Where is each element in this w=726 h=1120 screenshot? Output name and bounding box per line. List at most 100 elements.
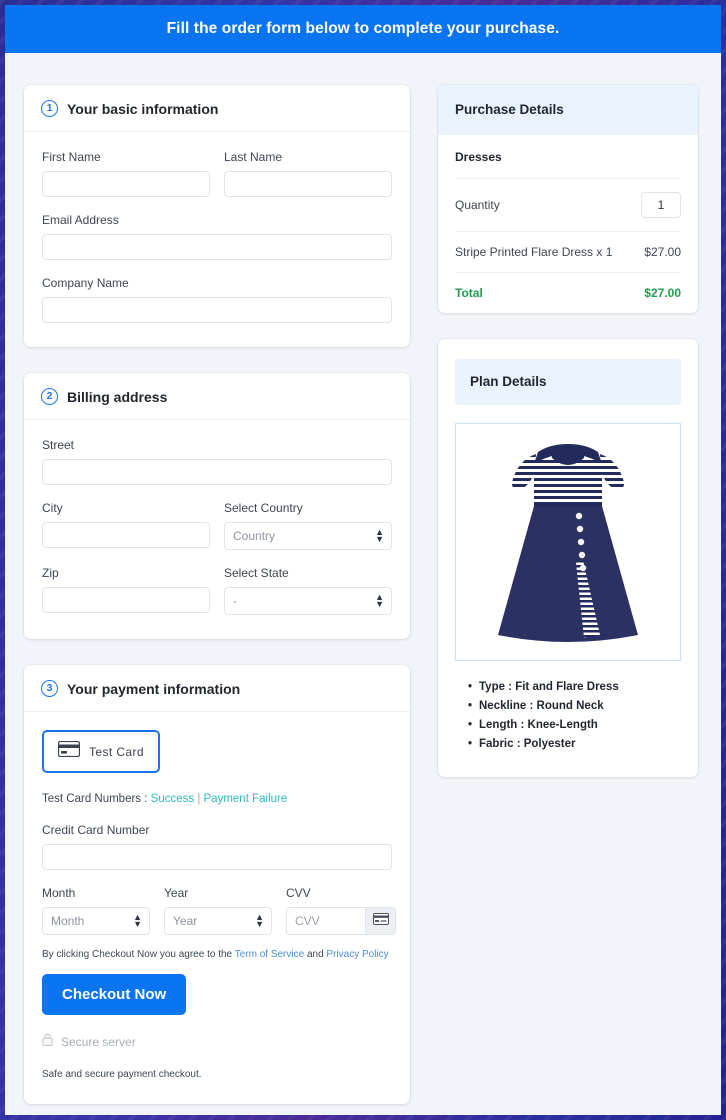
payment-information-body: Test Card Test Card Numbers : Success | … xyxy=(24,712,410,1104)
cvv-input-group xyxy=(286,907,396,935)
last-name-label: Last Name xyxy=(224,150,283,164)
zip-state-row: Zip Select State - ▲ ▼ xyxy=(42,566,392,615)
state-label: Select State xyxy=(224,566,289,580)
cvv-label: CVV xyxy=(286,886,311,900)
city-field: City xyxy=(42,501,210,550)
step-badge-3: 3 xyxy=(41,680,58,697)
spec-item: Neckline : Round Neck xyxy=(468,700,681,712)
month-select-wrap: Month ▲ ▼ xyxy=(42,907,150,935)
checkout-page: Fill the order form below to complete yo… xyxy=(5,5,721,1115)
credit-card-icon xyxy=(57,740,81,762)
terms-text: By clicking Checkout Now you agree to th… xyxy=(42,949,392,960)
month-select[interactable]: Month xyxy=(42,907,150,935)
step-badge-2: 2 xyxy=(41,388,58,405)
quantity-input[interactable] xyxy=(641,192,681,218)
country-select-wrap: Country ▲ ▼ xyxy=(224,522,392,550)
test-card-method-label: Test Card xyxy=(89,744,144,759)
email-input[interactable] xyxy=(42,234,392,260)
spec-item: Type : Fit and Flare Dress xyxy=(468,681,681,693)
test-card-separator: | xyxy=(194,793,204,805)
billing-address-body: Street City Select Country Country ▲ ▼ Z… xyxy=(24,420,410,639)
state-field: Select State - ▲ ▼ xyxy=(224,566,392,615)
basic-information-header: 1 Your basic information xyxy=(24,85,410,132)
spec-item: Length : Knee-Length xyxy=(468,719,681,731)
country-select[interactable]: Country xyxy=(224,522,392,550)
credit-card-number-input[interactable] xyxy=(42,844,392,870)
cvv-card-addon[interactable] xyxy=(366,907,396,935)
lock-icon xyxy=(42,1033,53,1051)
spec-item: Fabric : Polyester xyxy=(468,738,681,750)
cvv-field: CVV xyxy=(286,886,396,935)
plan-details-panel: Plan Details • Type: Fit and Flare Dres… xyxy=(438,339,698,777)
plan-details-title: Plan Details xyxy=(470,374,547,389)
zip-field: Zip xyxy=(42,566,210,615)
page-content: 1 Your basic information First Name Last… xyxy=(5,53,721,1115)
line-item-label: Stripe Printed Flare Dress x 1 xyxy=(455,245,613,259)
company-input[interactable] xyxy=(42,297,392,323)
payment-information-title: Your payment information xyxy=(67,680,241,697)
zip-label: Zip xyxy=(42,566,59,580)
year-label: Year xyxy=(164,886,189,900)
plan-details-header: Plan Details xyxy=(455,359,681,405)
summary-column: Purchase Details Dresses Quantity Stripe… xyxy=(438,85,698,803)
terms-of-service-link[interactable]: Term of Service xyxy=(235,949,304,960)
cvv-input[interactable] xyxy=(286,907,366,935)
country-field: Select Country Country ▲ ▼ xyxy=(224,501,392,550)
purchase-details-panel: Purchase Details Dresses Quantity Stripe… xyxy=(438,85,698,313)
basic-information-title: Your basic information xyxy=(67,100,219,117)
street-input[interactable] xyxy=(42,459,392,485)
total-row: Total $27.00 xyxy=(455,273,681,313)
city-label: City xyxy=(42,501,63,515)
plan-details-body: Plan Details • Type: Fit and Flare Dres… xyxy=(438,339,698,777)
billing-address-header: 2 Billing address xyxy=(24,373,410,420)
state-select[interactable]: - xyxy=(224,587,392,615)
payment-failure-test-card-link[interactable]: Payment Failure xyxy=(204,793,288,805)
name-row: First Name Last Name xyxy=(42,150,392,213)
zip-input[interactable] xyxy=(42,587,210,613)
first-name-field: First Name xyxy=(42,150,210,197)
month-field: Month Month ▲ ▼ xyxy=(42,886,150,935)
privacy-policy-link[interactable]: Privacy Policy xyxy=(326,949,388,960)
banner-text: Fill the order form below to complete yo… xyxy=(166,20,560,37)
last-name-input[interactable] xyxy=(224,171,392,197)
secure-server-row: Secure server xyxy=(42,1033,392,1051)
city-country-row: City Select Country Country ▲ ▼ xyxy=(42,501,392,566)
street-label: Street xyxy=(42,438,75,452)
expiry-cvv-row: Month Month ▲ ▼ Year Year ▲ ▼ CVV CVV xyxy=(42,886,396,935)
purchase-details-body: Dresses Quantity Stripe Printed Flare Dr… xyxy=(438,135,698,313)
company-label: Company Name xyxy=(42,276,129,290)
checkout-now-button[interactable]: Checkout Now xyxy=(42,974,187,1015)
year-select[interactable]: Year xyxy=(164,907,272,935)
success-test-card-link[interactable]: Success xyxy=(151,793,194,805)
purchase-details-title: Purchase Details xyxy=(455,102,564,117)
credit-card-number-label: Credit Card Number xyxy=(42,823,150,837)
step-badge-1: 1 xyxy=(41,100,58,117)
purchase-category: Dresses xyxy=(455,135,681,179)
top-banner: Fill the order form below to complete yo… xyxy=(5,5,721,53)
first-name-input[interactable] xyxy=(42,171,210,197)
basic-information-card: 1 Your basic information First Name Last… xyxy=(24,85,410,347)
quantity-label: Quantity xyxy=(455,198,500,212)
test-card-method-button[interactable]: Test Card xyxy=(42,730,160,773)
secure-server-label: Secure server xyxy=(61,1035,136,1049)
first-name-label: First Name xyxy=(42,150,101,164)
test-card-numbers-line: Test Card Numbers : Success | Payment Fa… xyxy=(42,793,392,805)
terms-middle: and xyxy=(304,949,327,960)
year-field: Year Year ▲ ▼ xyxy=(164,886,272,935)
billing-address-title: Billing address xyxy=(67,388,168,405)
line-item-row: Stripe Printed Flare Dress x 1 $27.00 xyxy=(455,232,681,273)
safe-checkout-note: Safe and secure payment checkout. xyxy=(42,1069,202,1080)
street-field: Street xyxy=(42,438,392,485)
line-item-price: $27.00 xyxy=(644,245,681,259)
credit-card-icon xyxy=(372,912,389,930)
state-select-wrap: - ▲ ▼ xyxy=(224,587,392,615)
city-input[interactable] xyxy=(42,522,210,548)
email-label: Email Address xyxy=(42,213,119,227)
payment-information-header: 3 Your payment information xyxy=(24,665,410,712)
test-card-numbers-prefix: Test Card Numbers : xyxy=(42,793,151,805)
total-value: $27.00 xyxy=(644,286,681,300)
form-column: 1 Your basic information First Name Last… xyxy=(24,85,410,1115)
product-specs-list: Type : Fit and Flare Dress Neckline : Ro… xyxy=(455,681,681,750)
billing-address-card: 2 Billing address Street City Select Cou… xyxy=(24,373,410,639)
purchase-details-header: Purchase Details xyxy=(438,85,698,135)
